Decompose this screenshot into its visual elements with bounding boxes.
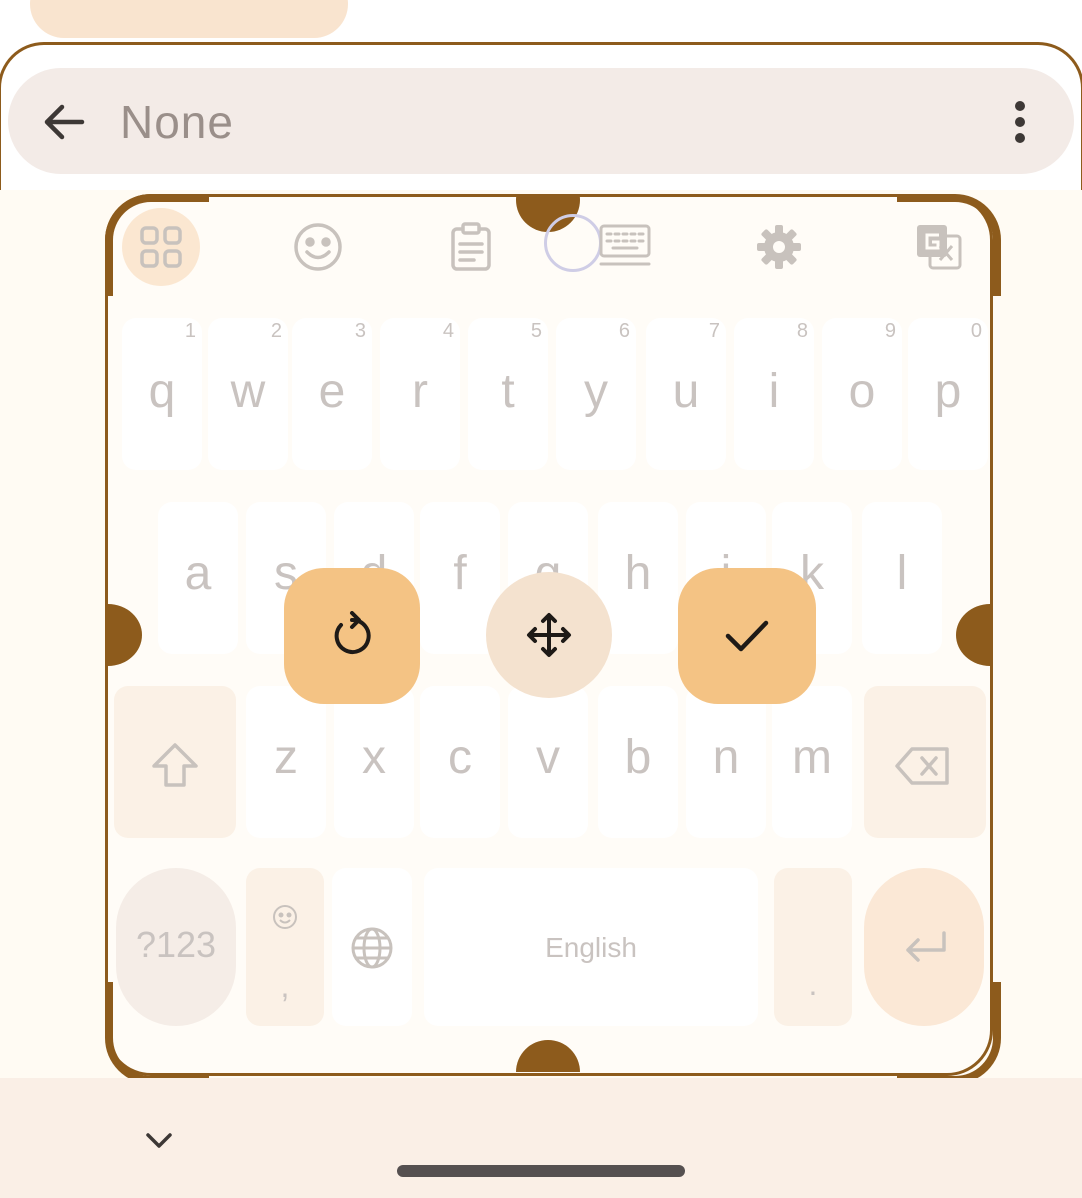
key-label: i xyxy=(768,365,780,418)
key-label: w xyxy=(230,365,266,418)
emoji-icon xyxy=(273,905,297,929)
key-hint: 2 xyxy=(270,320,282,342)
key-o[interactable]: 9o xyxy=(822,318,902,470)
period-key[interactable]: . xyxy=(774,868,852,1026)
key-label: x xyxy=(362,731,386,784)
key-hint: 6 xyxy=(618,320,630,342)
key-hint: 0 xyxy=(970,320,982,342)
keyboard-icon xyxy=(599,224,651,266)
gear-icon xyxy=(757,225,801,269)
globe-icon xyxy=(351,927,393,969)
clipboard-icon xyxy=(451,222,491,271)
key-label: q xyxy=(148,365,176,418)
apps-button[interactable] xyxy=(128,214,194,280)
comma-key-label: , xyxy=(280,968,290,1004)
key-label: v xyxy=(536,731,560,784)
space-key-label: English xyxy=(545,932,637,963)
check-icon xyxy=(725,620,769,652)
done-button[interactable] xyxy=(678,568,816,704)
keyboard-mode-button[interactable] xyxy=(592,214,658,280)
key-n[interactable]: n xyxy=(686,686,766,838)
key-label: a xyxy=(184,547,212,600)
space-key[interactable]: English xyxy=(424,868,758,1026)
key-v[interactable]: v xyxy=(508,686,588,838)
home-indicator[interactable] xyxy=(397,1165,685,1177)
key-label: f xyxy=(453,547,467,600)
clipboard-button[interactable] xyxy=(438,214,504,280)
previous-field xyxy=(30,0,348,38)
key-label: c xyxy=(448,731,472,784)
emoji-button[interactable] xyxy=(285,214,351,280)
key-label: p xyxy=(934,365,962,418)
emoji-icon xyxy=(294,223,342,271)
settings-button[interactable] xyxy=(746,214,812,280)
key-u[interactable]: 7u xyxy=(646,318,726,470)
key-label: t xyxy=(501,365,515,418)
hide-keyboard-button[interactable] xyxy=(136,1118,182,1164)
arrow-left-icon xyxy=(44,104,85,140)
key-i[interactable]: 8i xyxy=(734,318,814,470)
symbols-key-label: ?123 xyxy=(135,924,217,965)
key-label: n xyxy=(712,731,740,784)
enter-key[interactable] xyxy=(864,868,984,1026)
chevron-down-icon xyxy=(146,1133,172,1148)
key-label: e xyxy=(318,365,346,418)
shift-icon xyxy=(152,743,198,787)
grid-icon xyxy=(140,226,182,268)
period-key-label: . xyxy=(808,966,818,1002)
key-label: o xyxy=(848,365,876,418)
key-l[interactable]: l xyxy=(862,502,942,654)
key-w[interactable]: 2w xyxy=(208,318,288,470)
comma-emoji-key[interactable]: , xyxy=(246,868,324,1026)
enter-icon xyxy=(906,931,946,962)
symbols-key[interactable]: ?123 xyxy=(116,868,236,1026)
search-query-text[interactable]: None xyxy=(120,95,234,149)
key-hint: 5 xyxy=(530,320,542,342)
move-keyboard-button[interactable] xyxy=(486,572,612,698)
key-hint: 7 xyxy=(708,320,720,342)
reset-icon xyxy=(334,611,371,654)
shift-key[interactable] xyxy=(114,686,236,838)
key-a[interactable]: a xyxy=(158,502,238,654)
key-hint: 1 xyxy=(184,320,196,342)
more-options-button[interactable] xyxy=(994,90,1046,154)
translate-button[interactable] xyxy=(906,214,972,280)
back-button[interactable] xyxy=(28,86,100,158)
language-key[interactable] xyxy=(332,868,412,1026)
backspace-icon xyxy=(895,747,949,785)
key-hint: 3 xyxy=(354,320,366,342)
key-label: u xyxy=(672,365,700,418)
key-x[interactable]: x xyxy=(334,686,414,838)
key-label: h xyxy=(624,547,652,600)
key-c[interactable]: c xyxy=(420,686,500,838)
key-r[interactable]: 4r xyxy=(380,318,460,470)
key-label: b xyxy=(624,731,652,784)
key-label: r xyxy=(412,365,428,418)
key-label: m xyxy=(792,731,832,784)
key-label: z xyxy=(274,731,298,784)
key-label: y xyxy=(584,365,608,418)
move-icon xyxy=(527,613,571,657)
key-y[interactable]: 6y xyxy=(556,318,636,470)
backspace-key[interactable] xyxy=(864,686,986,838)
key-label: l xyxy=(896,547,908,600)
key-hint: 9 xyxy=(884,320,896,342)
translate-icon xyxy=(917,225,962,270)
key-q[interactable]: 1q xyxy=(122,318,202,470)
key-m[interactable]: m xyxy=(772,686,852,838)
key-t[interactable]: 5t xyxy=(468,318,548,470)
key-b[interactable]: b xyxy=(598,686,678,838)
key-p[interactable]: 0p xyxy=(908,318,988,470)
key-hint: 4 xyxy=(442,320,454,342)
reset-size-button[interactable] xyxy=(284,568,420,704)
key-e[interactable]: 3e xyxy=(292,318,372,470)
key-z[interactable]: z xyxy=(246,686,326,838)
key-hint: 8 xyxy=(796,320,808,342)
more-vert-icon xyxy=(1015,101,1025,143)
